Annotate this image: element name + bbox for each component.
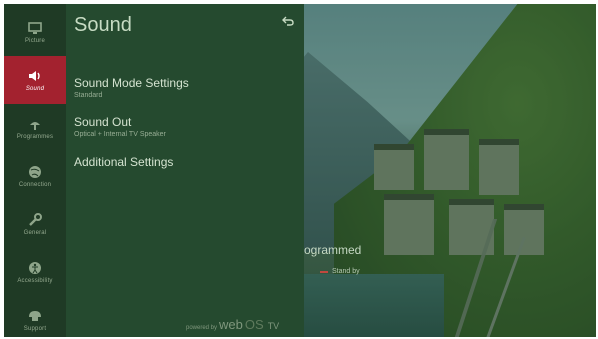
antenna-icon [30,121,40,130]
menu-item-label: Sound Mode Settings [74,76,189,90]
webos-logo: powered by web OS TV [186,317,279,332]
menu-item-sound-mode-settings[interactable]: Sound Mode Settings Standard [74,76,189,99]
sidebar-item-programmes[interactable]: Programmes [4,104,66,152]
sidebar-item-support[interactable]: Support [4,296,66,337]
sidebar-item-label: Accessibility [17,277,53,284]
powered-by-text: powered by [186,325,218,331]
background-programme-status: Stand by [320,268,360,275]
sidebar-item-label: Sound [25,85,45,92]
webos-brand-web: web [219,317,243,332]
panel-title: Sound [74,14,132,36]
menu-item-label: Sound Out [74,115,132,129]
sidebar-item-sound[interactable]: Sound [4,56,66,104]
sidebar-item-accessibility[interactable]: Accessibility [4,248,66,296]
background-programme-label: ogrammed [304,243,362,257]
sidebar-item-label: General [23,229,47,236]
menu-item-sound-out[interactable]: Sound Out Optical + Internal TV Speaker [74,115,166,138]
menu-item-additional-settings[interactable]: Additional Settings [74,155,173,169]
settings-sidebar: Picture Sound Programmes Connection Gene… [4,4,66,337]
sidebar-item-label: Support [23,325,47,332]
globe-icon [29,165,41,178]
sound-settings-panel: Sound Sound Mode Settings Standard Sound… [66,4,304,337]
webos-brand-os: OS [244,317,264,332]
sidebar-item-label: Programmes [16,133,54,140]
webos-brand-tv: TV [267,321,280,331]
sidebar-item-connection[interactable]: Connection [4,152,66,200]
sidebar-item-picture[interactable]: Picture [4,8,66,56]
support-icon [29,310,41,321]
accessibility-icon [29,261,41,274]
back-icon[interactable] [282,16,294,26]
speaker-icon [29,70,40,81]
sidebar-item-label: Picture [24,37,46,44]
menu-item-label: Additional Settings [74,155,174,169]
sidebar-item-label: Connection [18,181,52,188]
menu-item-value: Optical + Internal TV Speaker [74,131,166,138]
wrench-icon [29,212,42,226]
menu-item-value: Standard [74,92,103,99]
sidebar-item-general[interactable]: General [4,200,66,248]
picture-icon [28,21,42,34]
tv-screen: ogrammed Stand by Picture Sound Programm… [4,4,596,337]
